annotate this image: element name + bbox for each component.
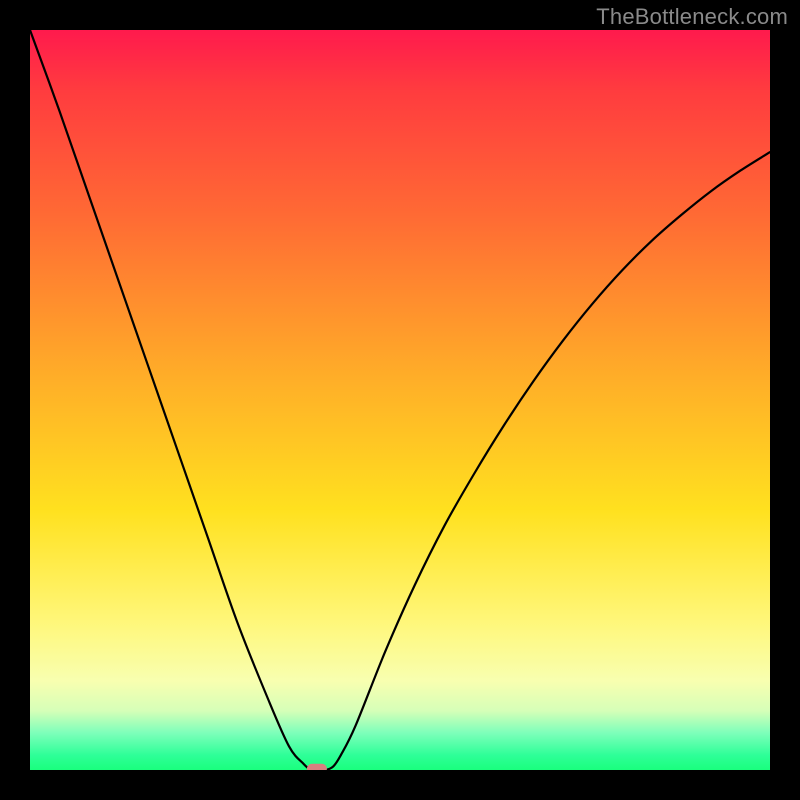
plot-area [30,30,770,770]
chart-container: TheBottleneck.com [0,0,800,800]
chart-svg [30,30,770,770]
watermark-text: TheBottleneck.com [596,4,788,30]
minimum-marker [307,764,327,770]
bottleneck-curve [30,30,770,770]
